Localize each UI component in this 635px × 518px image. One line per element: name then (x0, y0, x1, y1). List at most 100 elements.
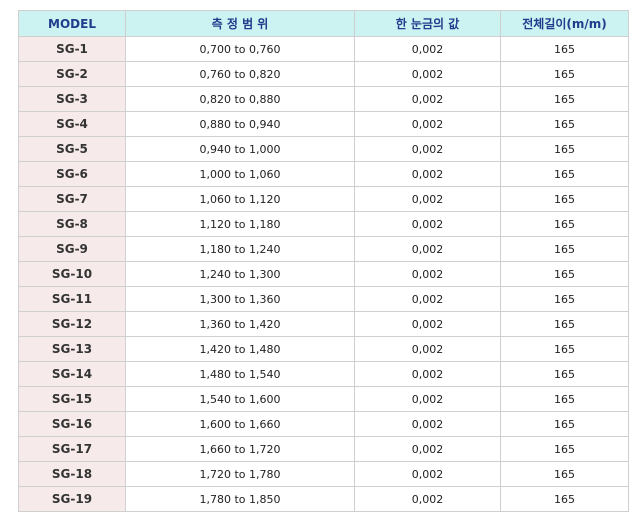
table-row: SG-14 1,480 to 1,540 0,002 165 (18, 361, 629, 387)
model-cell: SG-10 (18, 261, 126, 287)
length-cell: 165 (500, 236, 629, 262)
model-cell: SG-17 (18, 436, 126, 462)
length-cell: 165 (500, 311, 629, 337)
model-cell: SG-11 (18, 286, 126, 312)
range-cell: 1,060 to 1,120 (125, 186, 355, 212)
model-cell: SG-15 (18, 386, 126, 412)
graduation-cell: 0,002 (354, 386, 501, 412)
model-cell: SG-2 (18, 61, 126, 87)
graduation-cell: 0,002 (354, 36, 501, 62)
header-graduation-value: 한 눈금의 값 (354, 10, 501, 37)
table-row: SG-19 1,780 to 1,850 0,002 165 (18, 486, 629, 512)
model-cell: SG-5 (18, 136, 126, 162)
model-cell: SG-1 (18, 36, 126, 62)
range-cell: 1,240 to 1,300 (125, 261, 355, 287)
table-body: SG-1 0,700 to 0,760 0,002 165 SG-2 0,760 to 0… (18, 36, 629, 512)
table-row: SG-7 1,060 to 1,120 0,002 165 (18, 186, 629, 212)
table-row: SG-17 1,660 to 1,720 0,002 165 (18, 436, 629, 462)
table-row: SG-11 1,300 to 1,360 0,002 165 (18, 286, 629, 312)
range-cell: 1,720 to 1,780 (125, 461, 355, 487)
header-row: MODEL 측 정 범 위 한 눈금의 값 전체길이(m/m) (18, 10, 629, 37)
length-cell: 165 (500, 136, 629, 162)
table-row: SG-6 1,000 to 1,060 0,002 165 (18, 161, 629, 187)
table-row: SG-9 1,180 to 1,240 0,002 165 (18, 236, 629, 262)
model-cell: SG-16 (18, 411, 126, 437)
length-cell: 165 (500, 186, 629, 212)
graduation-cell: 0,002 (354, 136, 501, 162)
model-cell: SG-18 (18, 461, 126, 487)
model-cell: SG-4 (18, 111, 126, 137)
graduation-cell: 0,002 (354, 361, 501, 387)
table-row: SG-16 1,600 to 1,660 0,002 165 (18, 411, 629, 437)
graduation-cell: 0,002 (354, 261, 501, 287)
model-cell: SG-9 (18, 236, 126, 262)
range-cell: 1,000 to 1,060 (125, 161, 355, 187)
length-cell: 165 (500, 261, 629, 287)
spec-table: MODEL 측 정 범 위 한 눈금의 값 전체길이(m/m) SG-1 0,70… (18, 10, 629, 512)
range-cell: 1,660 to 1,720 (125, 436, 355, 462)
graduation-cell: 0,002 (354, 61, 501, 87)
table-row: SG-1 0,700 to 0,760 0,002 165 (18, 36, 629, 62)
length-cell: 165 (500, 336, 629, 362)
model-cell: SG-14 (18, 361, 126, 387)
range-cell: 0,940 to 1,000 (125, 136, 355, 162)
graduation-cell: 0,002 (354, 311, 501, 337)
table-row: SG-15 1,540 to 1,600 0,002 165 (18, 386, 629, 412)
length-cell: 165 (500, 161, 629, 187)
table-row: SG-13 1,420 to 1,480 0,002 165 (18, 336, 629, 362)
graduation-cell: 0,002 (354, 86, 501, 112)
length-cell: 165 (500, 386, 629, 412)
header-total-length: 전체길이(m/m) (500, 10, 629, 37)
model-cell: SG-13 (18, 336, 126, 362)
graduation-cell: 0,002 (354, 111, 501, 137)
table-row: SG-3 0,820 to 0,880 0,002 165 (18, 86, 629, 112)
range-cell: 1,120 to 1,180 (125, 211, 355, 237)
graduation-cell: 0,002 (354, 486, 501, 512)
graduation-cell: 0,002 (354, 211, 501, 237)
length-cell: 165 (500, 361, 629, 387)
length-cell: 165 (500, 286, 629, 312)
model-cell: SG-8 (18, 211, 126, 237)
range-cell: 1,300 to 1,360 (125, 286, 355, 312)
graduation-cell: 0,002 (354, 161, 501, 187)
length-cell: 165 (500, 436, 629, 462)
range-cell: 1,600 to 1,660 (125, 411, 355, 437)
table-row: SG-8 1,120 to 1,180 0,002 165 (18, 211, 629, 237)
graduation-cell: 0,002 (354, 186, 501, 212)
model-cell: SG-19 (18, 486, 126, 512)
range-cell: 1,360 to 1,420 (125, 311, 355, 337)
length-cell: 165 (500, 211, 629, 237)
length-cell: 165 (500, 86, 629, 112)
model-cell: SG-7 (18, 186, 126, 212)
header-measuring-range: 측 정 범 위 (125, 10, 355, 37)
graduation-cell: 0,002 (354, 236, 501, 262)
range-cell: 0,700 to 0,760 (125, 36, 355, 62)
header-model: MODEL (18, 10, 126, 37)
range-cell: 0,760 to 0,820 (125, 61, 355, 87)
table-row: SG-2 0,760 to 0,820 0,002 165 (18, 61, 629, 87)
graduation-cell: 0,002 (354, 411, 501, 437)
graduation-cell: 0,002 (354, 461, 501, 487)
length-cell: 165 (500, 411, 629, 437)
table-row: SG-10 1,240 to 1,300 0,002 165 (18, 261, 629, 287)
range-cell: 1,480 to 1,540 (125, 361, 355, 387)
table-row: SG-12 1,360 to 1,420 0,002 165 (18, 311, 629, 337)
length-cell: 165 (500, 486, 629, 512)
table-header: MODEL 측 정 범 위 한 눈금의 값 전체길이(m/m) (18, 10, 629, 37)
graduation-cell: 0,002 (354, 336, 501, 362)
range-cell: 0,820 to 0,880 (125, 86, 355, 112)
model-cell: SG-12 (18, 311, 126, 337)
length-cell: 165 (500, 111, 629, 137)
model-cell: SG-6 (18, 161, 126, 187)
table-row: SG-5 0,940 to 1,000 0,002 165 (18, 136, 629, 162)
table-row: SG-4 0,880 to 0,940 0,002 165 (18, 111, 629, 137)
range-cell: 1,420 to 1,480 (125, 336, 355, 362)
model-cell: SG-3 (18, 86, 126, 112)
graduation-cell: 0,002 (354, 436, 501, 462)
length-cell: 165 (500, 461, 629, 487)
range-cell: 0,880 to 0,940 (125, 111, 355, 137)
length-cell: 165 (500, 36, 629, 62)
length-cell: 165 (500, 61, 629, 87)
range-cell: 1,780 to 1,850 (125, 486, 355, 512)
range-cell: 1,540 to 1,600 (125, 386, 355, 412)
